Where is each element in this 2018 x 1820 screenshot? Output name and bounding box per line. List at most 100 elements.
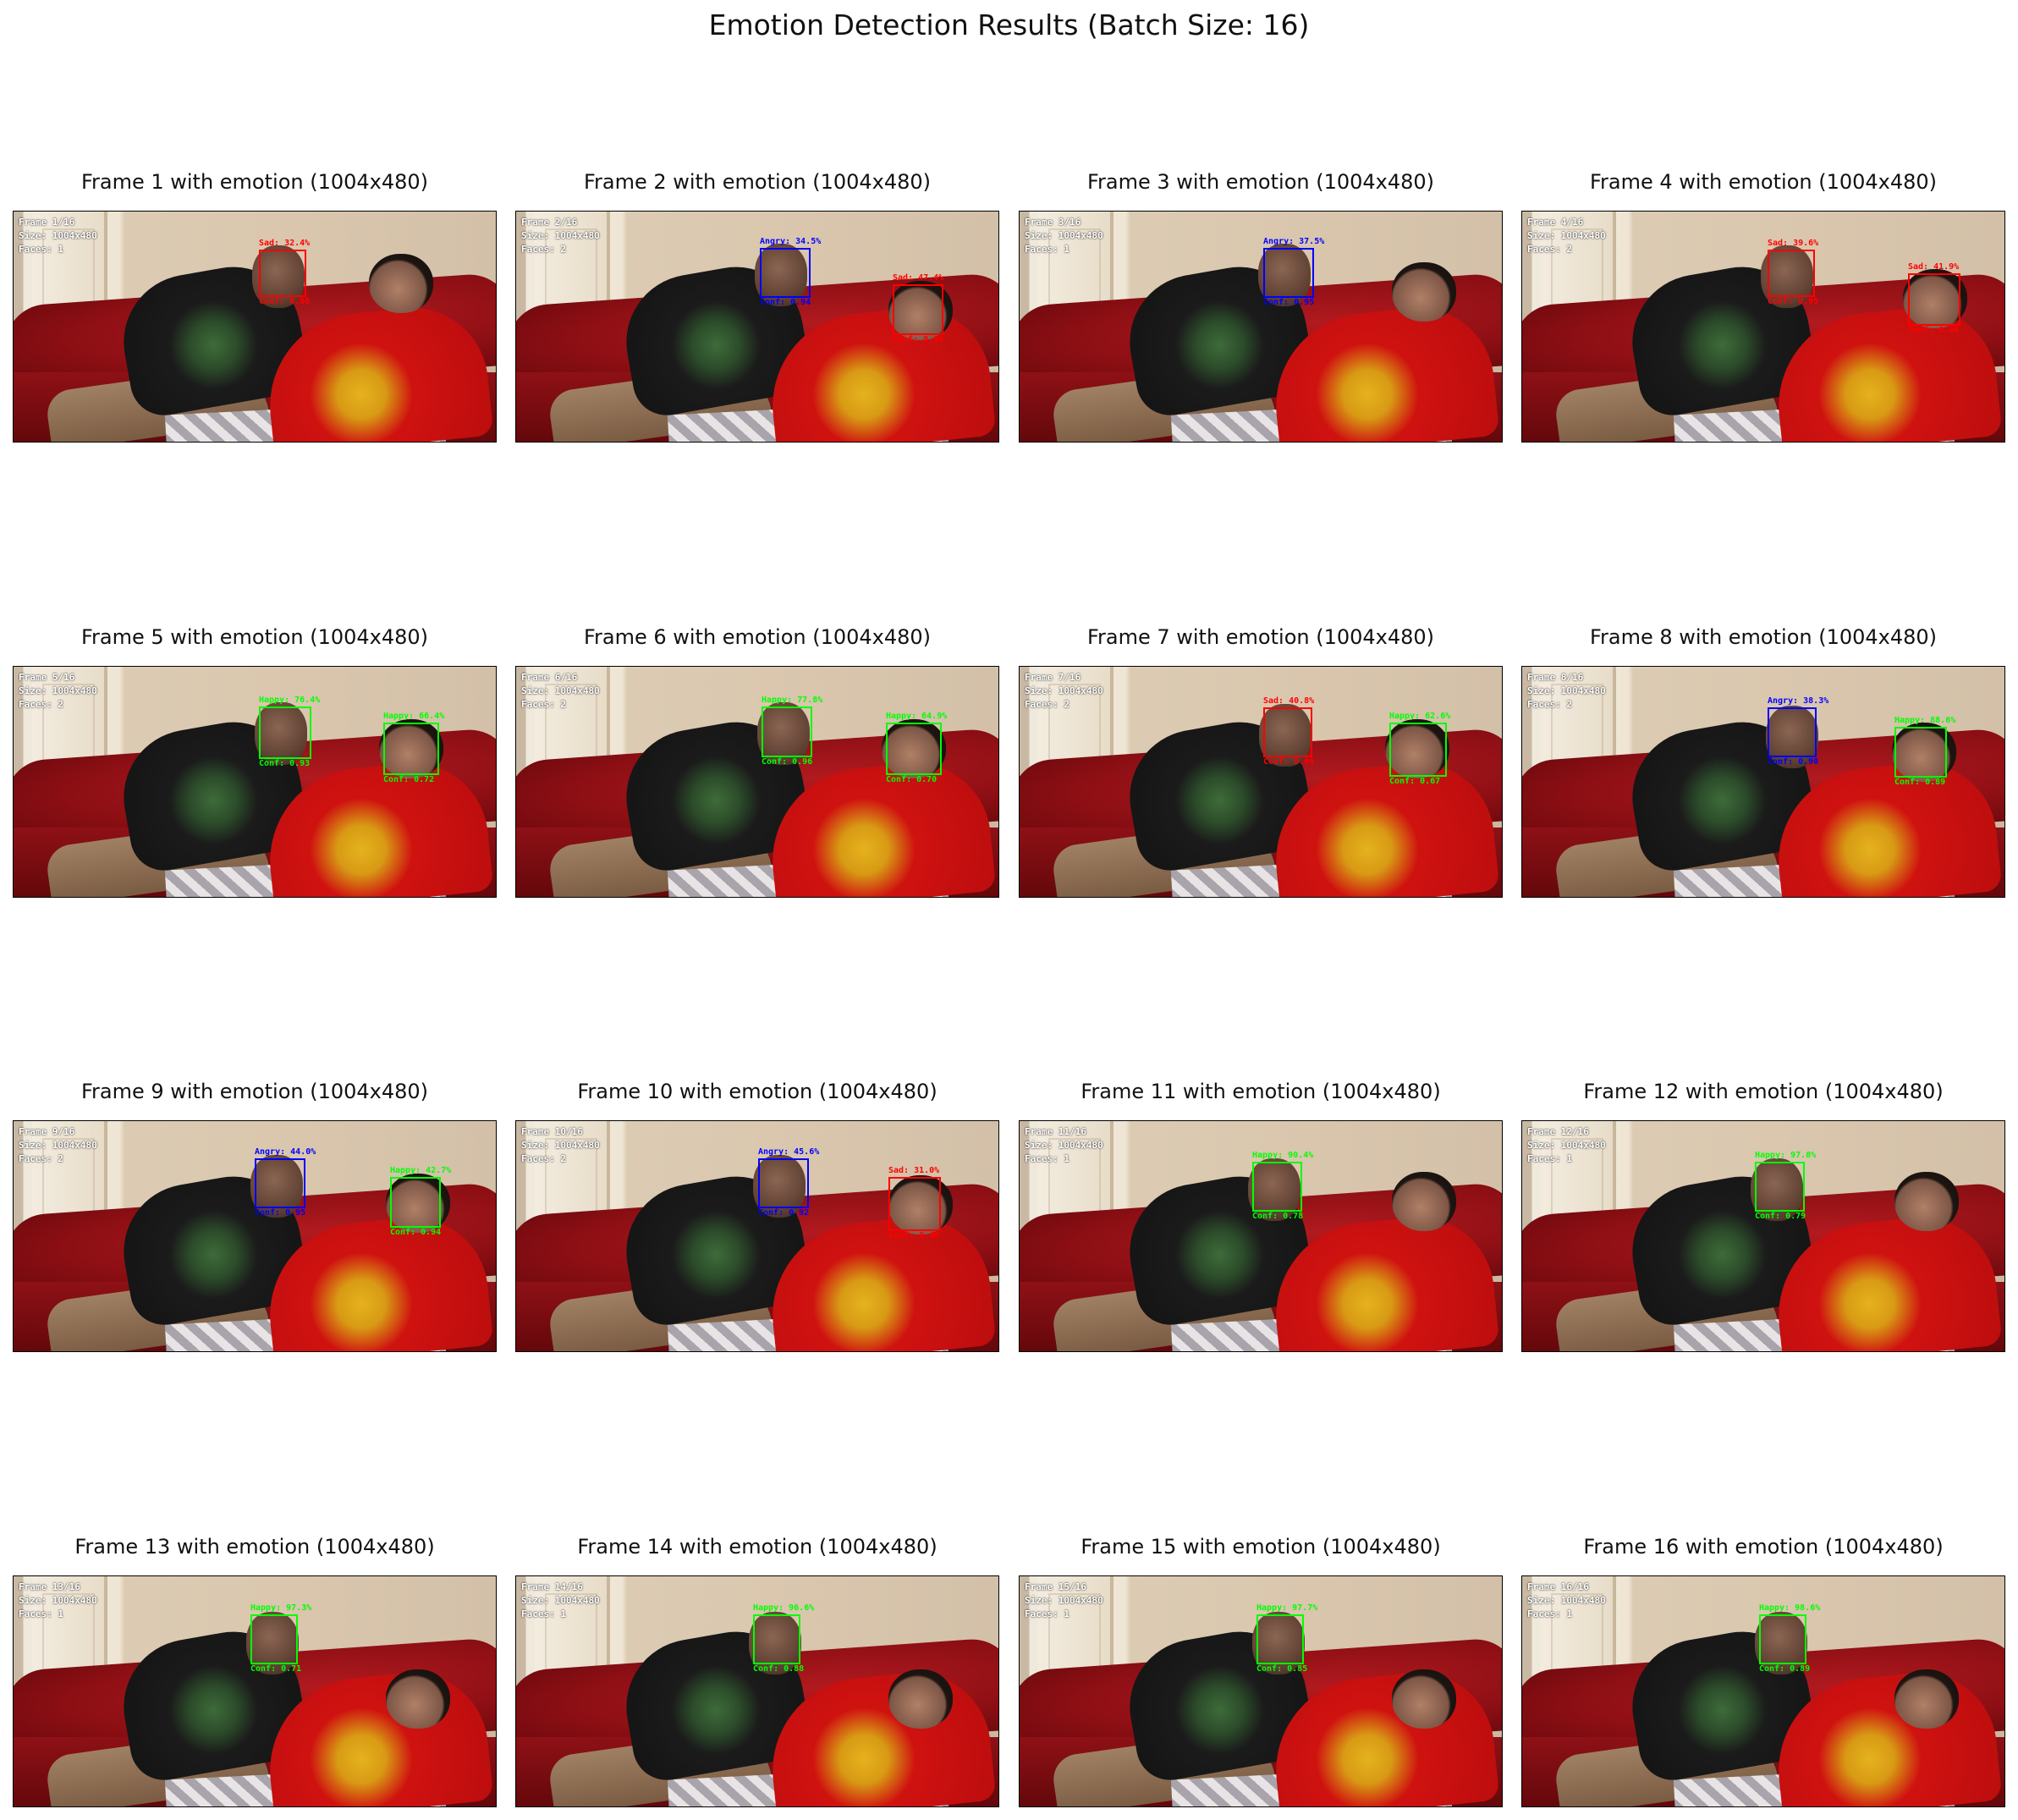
face-confidence-label: Conf: 0.88 xyxy=(753,1664,805,1674)
frame-info-line: Frame 11/16 xyxy=(1025,1126,1086,1137)
face-emotion-label: Happy: 64.9% xyxy=(886,712,948,721)
frame-image: Frame 12/16 Size: 1004x480 Faces: 1 Happy: … xyxy=(1521,1120,2005,1352)
face-confidence-label: Conf: 0.90 xyxy=(259,297,311,306)
frame-info-line: Faces: 1 xyxy=(1025,1153,1069,1164)
face-confidence-label: Conf: 0.46 xyxy=(1908,326,1960,335)
frame-image: Frame 14/16 Size: 1004x480 Faces: 1 Happy: … xyxy=(515,1575,999,1807)
scene-person-right-head xyxy=(1894,1172,1959,1231)
frame-info-overlay: Frame 4/16 Size: 1004x480 Faces: 2 xyxy=(1527,216,1606,256)
scene-person-right-head xyxy=(386,1669,450,1729)
frame-panel-title: Frame 1 with emotion (1004x480) xyxy=(80,170,429,194)
face-emotion-label: Sad: 40.8% xyxy=(1263,696,1315,706)
frame-panel-title: Frame 8 with emotion (1004x480) xyxy=(1589,625,1938,649)
face-emotion-label: Happy: 66.4% xyxy=(383,712,445,721)
frame-info-line: Faces: 2 xyxy=(521,1153,566,1164)
face-emotion-label: Angry: 45.6% xyxy=(758,1147,820,1157)
frame-info-line: Faces: 2 xyxy=(1527,699,1572,710)
frame-image: Frame 4/16 Size: 1004x480 Faces: 2 Sad: 39.… xyxy=(1521,211,2005,443)
frame-info-line: Faces: 1 xyxy=(19,1608,63,1619)
face-bounding-box xyxy=(1755,1162,1805,1212)
frame-info-line: Size: 1004x480 xyxy=(1527,685,1606,696)
frame-image: Frame 5/16 Size: 1004x480 Faces: 2 Happy: 7… xyxy=(13,666,497,898)
frame-image: Frame 6/16 Size: 1004x480 Faces: 2 Happy: 7… xyxy=(515,666,999,898)
face-confidence-label: Conf: 0.78 xyxy=(1252,1212,1304,1221)
frame-panel-title: Frame 14 with emotion (1004x480) xyxy=(577,1535,938,1559)
scene-person-right-head xyxy=(1392,1172,1456,1231)
face-bounding-box xyxy=(886,723,942,775)
face-confidence-label: Conf: 0.94 xyxy=(760,298,811,307)
frame-info-line: Frame 16/16 xyxy=(1527,1581,1589,1592)
frame-info-line: Frame 10/16 xyxy=(521,1126,583,1137)
frame-panel-title: Frame 3 with emotion (1004x480) xyxy=(1086,170,1435,194)
face-bounding-box xyxy=(1263,707,1312,757)
face-bounding-box xyxy=(259,707,311,759)
face-confidence-label: Conf: 0.96 xyxy=(1263,757,1315,767)
frame-info-line: Size: 1004x480 xyxy=(521,685,600,696)
face-bounding-box xyxy=(255,1158,305,1208)
frame-image: Frame 13/16 Size: 1004x480 Faces: 1 Happy: … xyxy=(13,1575,497,1807)
frame-panel-title: Frame 11 with emotion (1004x480) xyxy=(1080,1080,1441,1103)
face-confidence-label: Conf: 0.71 xyxy=(250,1664,302,1674)
face-confidence-label: Conf: 0.79 xyxy=(1755,1212,1806,1221)
face-confidence-label: Conf: 0.80 xyxy=(893,335,944,344)
face-emotion-label: Happy: 97.3% xyxy=(250,1603,312,1613)
face-bounding-box xyxy=(1252,1162,1302,1212)
frame-info-line: Size: 1004x480 xyxy=(1527,1595,1606,1606)
face-confidence-label: Conf: 0.72 xyxy=(383,775,435,784)
frame-info-line: Size: 1004x480 xyxy=(1025,230,1103,241)
face-confidence-label: Conf: 0.95 xyxy=(1768,297,1819,306)
face-bounding-box xyxy=(250,1614,298,1664)
frame-panel-title: Frame 6 with emotion (1004x480) xyxy=(583,625,932,649)
frame-info-line: Faces: 2 xyxy=(1527,244,1572,255)
figure-title: Emotion Detection Results (Batch Size: 1… xyxy=(708,8,1310,41)
frame-info-overlay: Frame 15/16 Size: 1004x480 Faces: 1 xyxy=(1025,1581,1103,1621)
frame-info-line: Frame 15/16 xyxy=(1025,1581,1086,1592)
face-emotion-label: Sad: 41.9% xyxy=(1908,262,1960,272)
face-emotion-label: Happy: 88.6% xyxy=(1894,716,1956,725)
frame-info-line: Frame 3/16 xyxy=(1025,217,1081,228)
frame-info-overlay: Frame 2/16 Size: 1004x480 Faces: 2 xyxy=(521,216,600,256)
frame-panel-title: Frame 15 with emotion (1004x480) xyxy=(1080,1535,1441,1559)
frame-info-line: Frame 14/16 xyxy=(521,1581,583,1592)
face-confidence-label: Conf: 0.93 xyxy=(259,759,311,768)
frame-info-overlay: Frame 9/16 Size: 1004x480 Faces: 2 xyxy=(19,1125,97,1166)
frame-info-line: Frame 9/16 xyxy=(19,1126,75,1137)
face-bounding-box xyxy=(259,250,306,297)
face-confidence-label: Conf: 0.94 xyxy=(390,1228,442,1237)
frame-info-line: Faces: 1 xyxy=(19,244,63,255)
face-emotion-label: Angry: 38.3% xyxy=(1768,696,1829,706)
frame-panel-title: Frame 5 with emotion (1004x480) xyxy=(80,625,429,649)
frame-info-line: Frame 4/16 xyxy=(1527,217,1584,228)
frame-image: Frame 2/16 Size: 1004x480 Faces: 2 Angry: 3… xyxy=(515,211,999,443)
frame-info-overlay: Frame 14/16 Size: 1004x480 Faces: 1 xyxy=(521,1581,600,1621)
face-bounding-box xyxy=(1894,727,1947,778)
face-confidence-label: Conf: 0.67 xyxy=(1389,777,1441,786)
frame-info-line: Frame 2/16 xyxy=(521,217,578,228)
face-confidence-label: Conf: 0.85 xyxy=(1256,1664,1308,1674)
frame-info-overlay: Frame 8/16 Size: 1004x480 Faces: 2 xyxy=(1527,671,1606,712)
frame-info-line: Frame 12/16 xyxy=(1527,1126,1589,1137)
frame-info-line: Size: 1004x480 xyxy=(1527,1140,1606,1151)
face-bounding-box xyxy=(1389,723,1447,777)
frame-info-line: Faces: 2 xyxy=(19,699,63,710)
frame-info-line: Frame 13/16 xyxy=(19,1581,80,1592)
frame-info-line: Frame 5/16 xyxy=(19,672,75,683)
face-confidence-label: Conf: 0.96 xyxy=(762,757,813,767)
frame-info-line: Size: 1004x480 xyxy=(19,1140,97,1151)
frame-info-overlay: Frame 11/16 Size: 1004x480 Faces: 1 xyxy=(1025,1125,1103,1166)
face-bounding-box xyxy=(1263,248,1314,298)
frame-info-overlay: Frame 16/16 Size: 1004x480 Faces: 1 xyxy=(1527,1581,1606,1621)
face-emotion-label: Sad: 31.0% xyxy=(888,1166,940,1175)
frame-panel-title: Frame 9 with emotion (1004x480) xyxy=(80,1080,429,1103)
frame-panel-title: Frame 10 with emotion (1004x480) xyxy=(577,1080,938,1103)
frame-image: Frame 11/16 Size: 1004x480 Faces: 1 Happy: … xyxy=(1019,1120,1503,1352)
face-bounding-box xyxy=(383,723,439,775)
frame-image: Frame 8/16 Size: 1004x480 Faces: 2 Angry: 3… xyxy=(1521,666,2005,898)
frame-info-overlay: Frame 7/16 Size: 1004x480 Faces: 2 xyxy=(1025,671,1103,712)
face-bounding-box xyxy=(762,707,812,757)
face-confidence-label: Conf: 0.90 xyxy=(1768,757,1819,767)
frame-info-overlay: Frame 5/16 Size: 1004x480 Faces: 2 xyxy=(19,671,97,712)
face-bounding-box xyxy=(1768,707,1817,757)
frame-panel-title: Frame 2 with emotion (1004x480) xyxy=(583,170,932,194)
frame-info-line: Size: 1004x480 xyxy=(1025,1595,1103,1606)
